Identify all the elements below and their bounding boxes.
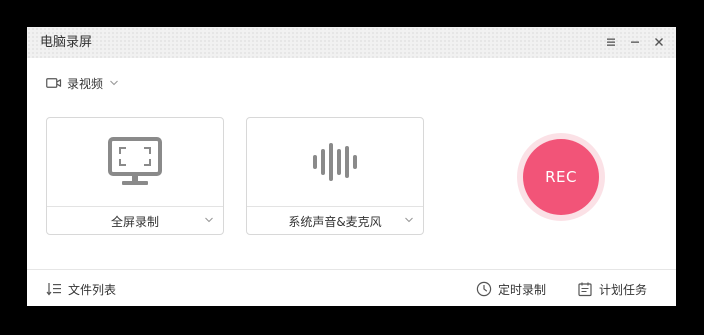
- fullscreen-label: 全屏录制: [110, 214, 159, 229]
- menu-icon: [607, 38, 615, 46]
- record-mode-dropdown[interactable]: 录视频: [46, 74, 119, 92]
- close-button[interactable]: [650, 33, 668, 51]
- menu-button[interactable]: [602, 33, 620, 51]
- audio-source-card: 系统声音&麦克风: [246, 117, 424, 235]
- record-button[interactable]: REC: [523, 139, 599, 215]
- audio-options-dropdown[interactable]: 系统声音&麦克风: [247, 207, 423, 235]
- calendar-icon: [578, 282, 592, 297]
- clock-icon: [476, 281, 492, 297]
- audio-label: 系统声音&麦克风: [288, 214, 382, 229]
- app-window: 电脑录屏 录视频 全屏录制 系统声音&麦克风 REC 文件列表 定时录制 计划任…: [27, 27, 676, 306]
- timed-record-label: 定时录制: [498, 282, 547, 297]
- audio-source-button[interactable]: [247, 118, 423, 206]
- fullscreen-source-card: 全屏录制: [46, 117, 224, 235]
- fullscreen-source-button[interactable]: [47, 118, 223, 206]
- record-button-ring: REC: [517, 133, 605, 221]
- title-bar: 电脑录屏: [27, 27, 676, 58]
- window-title: 电脑录屏: [40, 35, 93, 50]
- scheduled-task-label: 计划任务: [599, 282, 648, 297]
- timed-record-button[interactable]: 定时录制: [476, 280, 546, 298]
- sound-wave-icon: [313, 143, 357, 181]
- chevron-down-icon: [405, 217, 413, 223]
- monitor-fullscreen-icon: [108, 137, 162, 185]
- record-button-label: REC: [545, 168, 577, 186]
- minimize-icon: [631, 41, 639, 43]
- close-icon: [655, 38, 663, 46]
- chevron-down-icon: [110, 80, 118, 86]
- file-list-button[interactable]: 文件列表: [46, 280, 116, 298]
- video-camera-icon: [46, 78, 62, 88]
- scheduled-task-button[interactable]: 计划任务: [577, 280, 647, 298]
- record-mode-label: 录视频: [67, 76, 104, 91]
- footer-divider: [27, 269, 676, 270]
- file-list-label: 文件列表: [68, 282, 117, 297]
- chevron-down-icon: [205, 217, 213, 223]
- fullscreen-options-dropdown[interactable]: 全屏录制: [47, 207, 223, 235]
- sort-list-icon: [46, 283, 61, 296]
- minimize-button[interactable]: [626, 33, 644, 51]
